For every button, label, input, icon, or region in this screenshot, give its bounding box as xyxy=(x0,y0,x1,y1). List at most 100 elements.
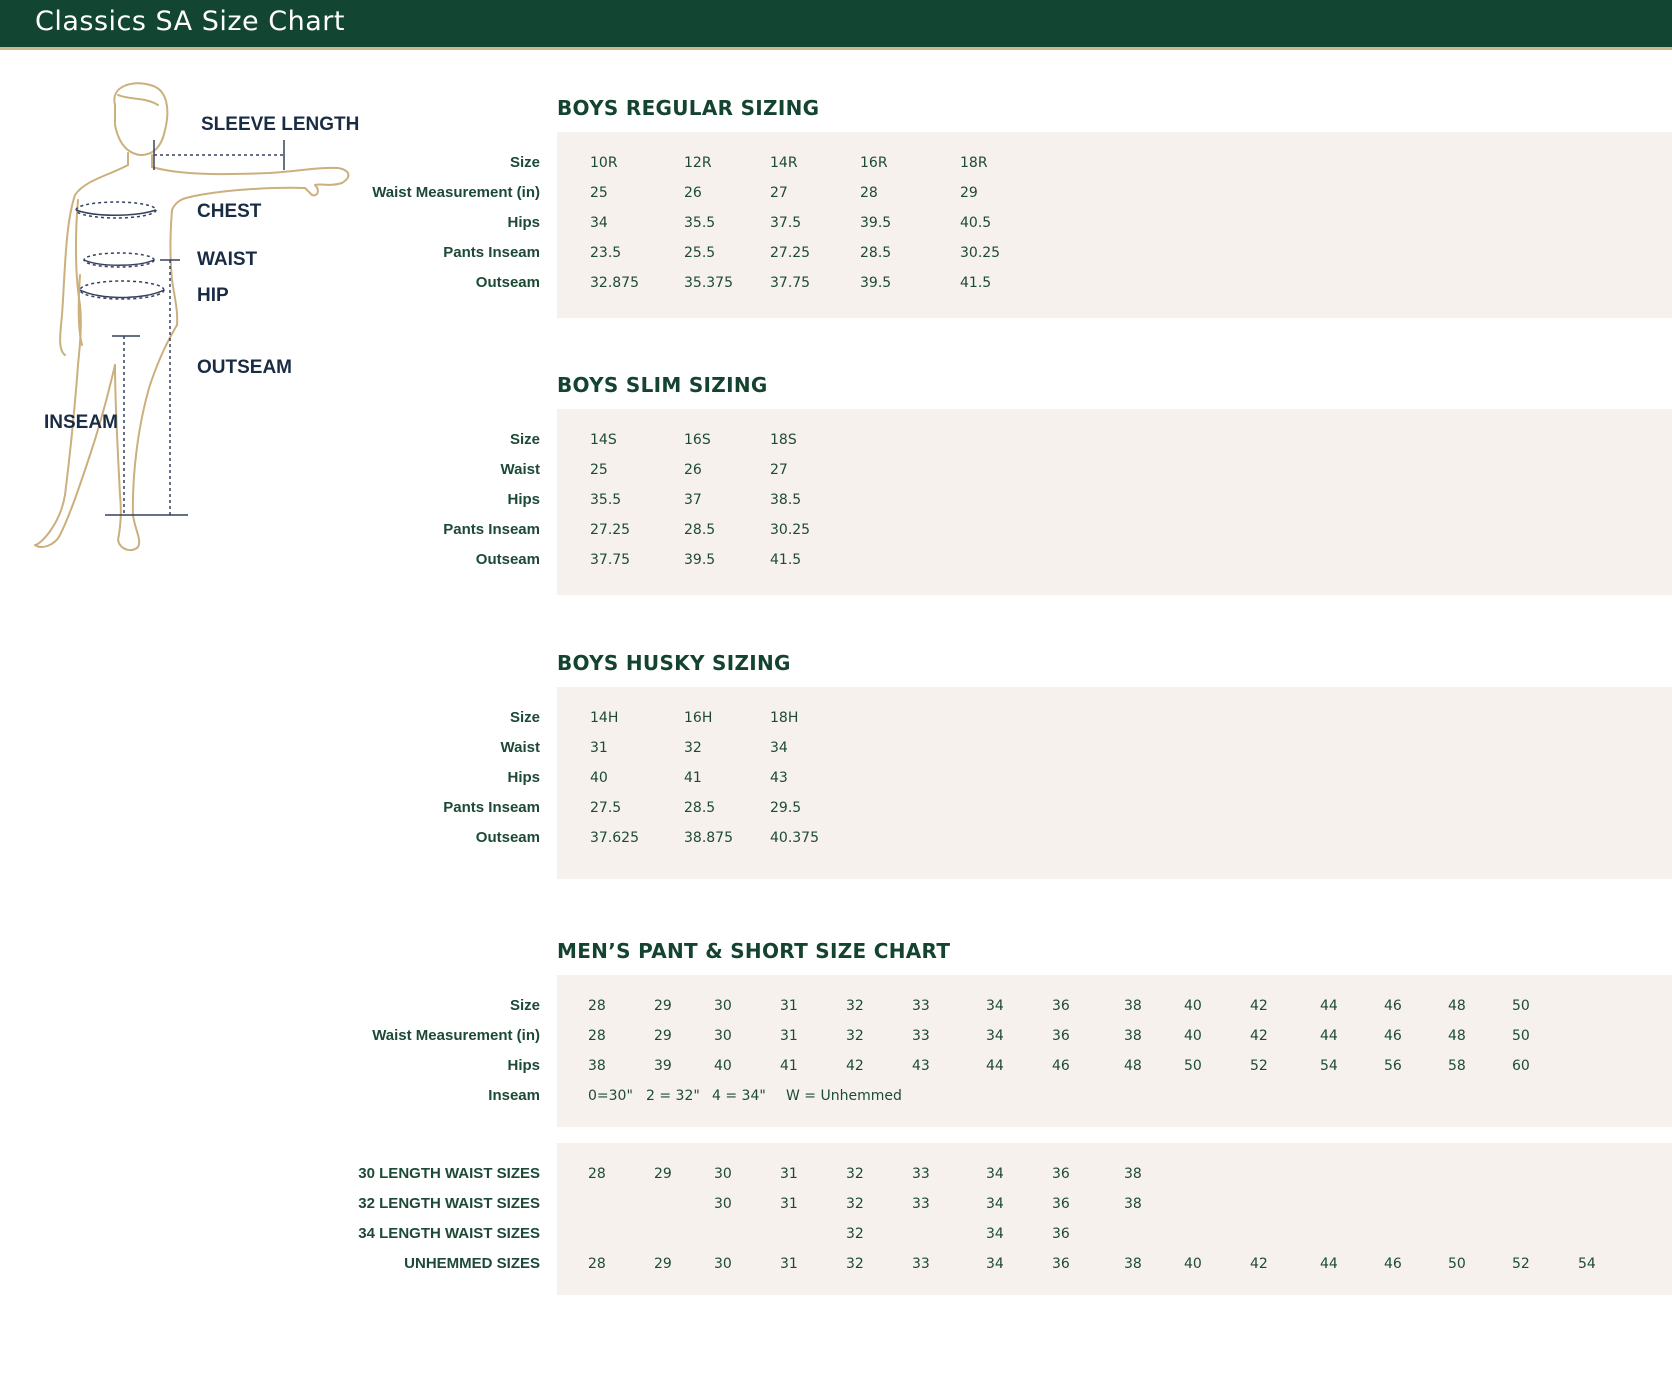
boys_regular-cell: 39.5 xyxy=(860,215,892,231)
mens-cell: 46 xyxy=(1384,998,1402,1014)
mens-cell: 38 xyxy=(588,1058,606,1074)
boys_husky-cell: 16H xyxy=(684,710,713,726)
boys_slim-row-label: Pants Inseam xyxy=(443,521,540,538)
measurement-figure: SLEEVE LENGTH CHEST WAIST HIP OUTSEAM IN… xyxy=(20,75,360,595)
mens-lengths-cell: 46 xyxy=(1384,1256,1402,1272)
boys_slim-cell: 14S xyxy=(590,432,617,448)
mens-cell: 50 xyxy=(1512,998,1530,1014)
boys_slim-cell: 35.5 xyxy=(590,492,622,508)
boys_husky-cell: 18H xyxy=(770,710,799,726)
boys_husky-title: BOYS HUSKY SIZING xyxy=(557,651,791,675)
mens-cell: 36 xyxy=(1052,1028,1070,1044)
boys_regular-cell: 34 xyxy=(590,215,608,231)
boys_regular-row-label: Hips xyxy=(507,214,540,231)
mens-lengths-cell: 32 xyxy=(846,1226,864,1242)
mens-cell: 34 xyxy=(986,1028,1004,1044)
header-bar: Classics SA Size Chart xyxy=(0,0,1672,50)
mens-lengths-cell: 31 xyxy=(780,1166,798,1182)
mens-cell: 60 xyxy=(1512,1058,1530,1074)
mens-lengths-cell: 33 xyxy=(912,1196,930,1212)
mens-lengths-cell: 38 xyxy=(1124,1256,1142,1272)
boys_husky-row-label: Hips xyxy=(507,769,540,786)
mens-lengths-cell: 36 xyxy=(1052,1166,1070,1182)
mens-cell: 42 xyxy=(846,1058,864,1074)
boys_regular-cell: 25.5 xyxy=(684,245,716,261)
boys_husky-cell: 40.375 xyxy=(770,830,819,846)
boys_regular-cell: 40.5 xyxy=(960,215,992,231)
mens-lengths-cell: 50 xyxy=(1448,1256,1466,1272)
mens-lengths-cell: 38 xyxy=(1124,1166,1142,1182)
mens-cell: 44 xyxy=(986,1058,1004,1074)
mens-cell: 42 xyxy=(1250,1028,1268,1044)
boys_regular-cell: 25 xyxy=(590,185,608,201)
boys_slim-cell: 26 xyxy=(684,462,702,478)
boys_regular-cell: 30.25 xyxy=(960,245,1001,261)
mens-lengths-cell: 42 xyxy=(1250,1256,1268,1272)
mens-cell: 40 xyxy=(1184,998,1202,1014)
mens-cell: 38 xyxy=(1124,998,1142,1014)
mens-lengths-cell: 52 xyxy=(1512,1256,1530,1272)
mens-cell: 31 xyxy=(780,1028,798,1044)
boys_regular-row-label: Pants Inseam xyxy=(443,244,540,261)
mens-cell: 56 xyxy=(1384,1058,1402,1074)
mens-lengths-cell: 32 xyxy=(846,1256,864,1272)
boys_husky-cell: 41 xyxy=(684,770,702,786)
mens-cell: 38 xyxy=(1124,1028,1142,1044)
boys_husky-cell: 28.5 xyxy=(684,800,716,816)
boys_regular-cell: 32.875 xyxy=(590,275,639,291)
boys_regular-cell: 28.5 xyxy=(860,245,892,261)
sleeve-length-label: SLEEVE LENGTH xyxy=(201,114,360,135)
boys_slim-cell: 27.25 xyxy=(590,522,631,538)
boys_regular-cell: 23.5 xyxy=(590,245,622,261)
boys_regular-cell: 10R xyxy=(590,155,618,171)
mens-lengths-cell: 31 xyxy=(780,1196,798,1212)
boys_slim-cell: 41.5 xyxy=(770,552,802,568)
boys_husky-cell: 31 xyxy=(590,740,608,756)
boys_slim-cell: 28.5 xyxy=(684,522,716,538)
boys_husky-row-label: Size xyxy=(509,709,540,726)
mens-cell: 50 xyxy=(1512,1028,1530,1044)
boys_regular-row-label: Outseam xyxy=(475,274,540,291)
boys_regular-cell: 14R xyxy=(770,155,798,171)
mens-row-label: Hips xyxy=(507,1057,540,1074)
mens-lengths-cell: 32 xyxy=(846,1166,864,1182)
boys_regular-cell: 18R xyxy=(960,155,988,171)
boys_husky-row-label: Waist xyxy=(500,739,540,756)
mens-cell: 44 xyxy=(1320,1028,1338,1044)
boys_regular-title: BOYS REGULAR SIZING xyxy=(557,96,820,120)
boys_slim-row-label: Size xyxy=(509,431,540,448)
boys_regular-cell: 28 xyxy=(860,185,878,201)
boys_husky-cell: 37.625 xyxy=(590,830,639,846)
mens-lengths-cell: 30 xyxy=(714,1256,732,1272)
mens-cell: 29 xyxy=(654,998,672,1014)
mens-lengths-cell: 38 xyxy=(1124,1196,1142,1212)
boys_slim-title: BOYS SLIM SIZING xyxy=(557,373,768,397)
mens-lengths-cell: 29 xyxy=(654,1166,672,1182)
mens-lengths-cell: 28 xyxy=(588,1166,606,1182)
mens-lengths-cell: 30 xyxy=(714,1166,732,1182)
mens-inseam-value: 4 = 34" xyxy=(712,1088,766,1104)
boys_slim-panel xyxy=(557,409,1672,595)
mens-cell: 30 xyxy=(714,998,732,1014)
mens-cell: 28 xyxy=(588,1028,606,1044)
mens-cell: 50 xyxy=(1184,1058,1202,1074)
mens-lengths-cell: 40 xyxy=(1184,1256,1202,1272)
boys_regular-row-label: Waist Measurement (in) xyxy=(372,184,540,201)
mens-cell: 40 xyxy=(1184,1028,1202,1044)
mens-cell: 28 xyxy=(588,998,606,1014)
mens-lengths-cell: 36 xyxy=(1052,1256,1070,1272)
boys_slim-cell: 25 xyxy=(590,462,608,478)
mens-cell: 48 xyxy=(1124,1058,1142,1074)
mens-cell: 31 xyxy=(780,998,798,1014)
boys_slim-cell: 30.25 xyxy=(770,522,811,538)
mens-lengths-row-label: 30 LENGTH WAIST SIZES xyxy=(358,1165,540,1182)
boys_slim-row-label: Hips xyxy=(507,491,540,508)
boys_husky-row-label: Pants Inseam xyxy=(443,799,540,816)
mens-lengths-cell: 28 xyxy=(588,1256,606,1272)
mens-cell: 48 xyxy=(1448,998,1466,1014)
boys_slim-cell: 38.5 xyxy=(770,492,802,508)
mens-lengths-cell: 33 xyxy=(912,1166,930,1182)
boys_husky-cell: 32 xyxy=(684,740,702,756)
inseam-label: INSEAM xyxy=(44,412,118,433)
mens-row-label: Waist Measurement (in) xyxy=(372,1027,540,1044)
